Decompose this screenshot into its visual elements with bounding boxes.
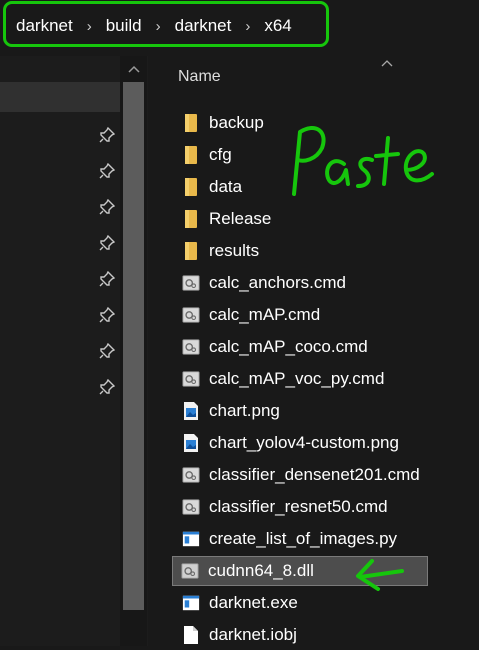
cmd-file-icon — [182, 305, 200, 325]
file-row[interactable]: calc_mAP_voc_py.cmd — [174, 364, 454, 394]
file-row[interactable]: calc_anchors.cmd — [174, 268, 454, 298]
nav-item-selected[interactable] — [0, 82, 120, 112]
pin-icon — [98, 270, 116, 288]
breadcrumb-item-x64[interactable]: x64 — [264, 16, 291, 36]
pin-icon — [98, 306, 116, 324]
file-name: chart_yolov4-custom.png — [209, 433, 399, 452]
file-name: data — [209, 177, 243, 196]
file-name: create_list_of_images.py — [209, 529, 398, 548]
file-name: calc_mAP.cmd — [209, 305, 321, 324]
cmd-file-icon — [182, 465, 200, 485]
image-file-icon — [182, 433, 200, 453]
pin-icon — [98, 342, 116, 360]
file-row[interactable]: results — [174, 236, 454, 266]
breadcrumb-item-build[interactable]: build — [106, 16, 142, 36]
file-row[interactable]: data — [174, 172, 454, 202]
cmd-file-icon — [182, 337, 200, 357]
file-name: darknet.iobj — [209, 625, 297, 644]
breadcrumb: darknet › build › darknet › x64 — [0, 0, 479, 52]
pin-icon — [98, 378, 116, 396]
cmd-file-icon — [182, 273, 200, 293]
pin-icon — [98, 162, 116, 180]
cmd-file-icon — [182, 497, 200, 517]
file-name: classifier_densenet201.cmd — [209, 465, 420, 484]
folder-icon — [182, 209, 200, 229]
file-name: calc_mAP_voc_py.cmd — [209, 369, 385, 388]
chevron-right-icon[interactable]: › — [156, 18, 161, 35]
file-name: backup — [209, 113, 264, 132]
file-name: darknet.exe — [209, 593, 298, 612]
breadcrumb-item-darknet[interactable]: darknet — [16, 16, 73, 36]
image-file-icon — [182, 401, 200, 421]
folder-icon — [182, 145, 200, 165]
chevron-right-icon[interactable]: › — [87, 18, 92, 35]
file-row[interactable]: cudnn64_8.dll — [172, 556, 428, 586]
file-name: cfg — [209, 145, 232, 164]
file-row[interactable]: classifier_densenet201.cmd — [174, 460, 454, 490]
pin-icon — [98, 234, 116, 252]
file-row[interactable]: chart.png — [174, 396, 454, 426]
folder-icon — [182, 113, 200, 133]
nav-scrollbar[interactable] — [120, 56, 147, 646]
file-name: chart.png — [209, 401, 280, 420]
file-name: Release — [209, 209, 272, 228]
scroll-up-icon[interactable] — [126, 62, 141, 77]
file-row[interactable]: classifier_resnet50.cmd — [174, 492, 454, 522]
file-row[interactable]: calc_mAP_coco.cmd — [174, 332, 454, 362]
file-row[interactable]: darknet.exe — [174, 588, 454, 618]
exe-file-icon — [182, 593, 200, 613]
navigation-pane — [0, 56, 148, 646]
folder-icon — [182, 241, 200, 261]
py-file-icon — [182, 529, 200, 549]
file-row[interactable]: create_list_of_images.py — [174, 524, 454, 554]
file-name: calc_mAP_coco.cmd — [209, 337, 368, 356]
file-row[interactable]: cfg — [174, 140, 454, 170]
file-name: calc_anchors.cmd — [209, 273, 347, 292]
generic-file-icon — [182, 625, 200, 645]
pin-icon — [98, 198, 116, 216]
file-row[interactable]: Release — [174, 204, 454, 234]
file-name: classifier_resnet50.cmd — [209, 497, 388, 516]
sort-ascending-icon — [381, 54, 393, 70]
file-name: cudnn64_8.dll — [208, 561, 314, 580]
breadcrumb-item-darknet-sub[interactable]: darknet — [175, 16, 232, 36]
file-row[interactable]: backup — [174, 108, 454, 138]
pin-icon — [98, 126, 116, 144]
chevron-right-icon[interactable]: › — [245, 18, 250, 35]
file-list-pane: Name backup cfg data Release results calc_anc… — [148, 56, 479, 646]
cmd-file-icon — [182, 369, 200, 389]
name-column-header[interactable]: Name — [178, 68, 221, 86]
file-row[interactable]: calc_mAP.cmd — [174, 300, 454, 330]
dll-file-icon — [181, 561, 199, 581]
folder-icon — [182, 177, 200, 197]
file-row[interactable]: chart_yolov4-custom.png — [174, 428, 454, 458]
file-name: results — [209, 241, 260, 260]
scrollbar-thumb[interactable] — [123, 82, 144, 610]
